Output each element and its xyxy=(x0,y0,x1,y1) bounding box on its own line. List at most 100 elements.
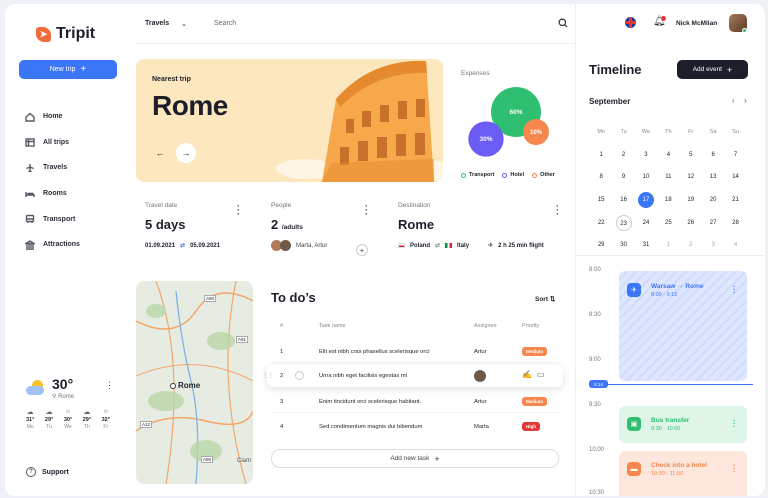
new-trip-button[interactable]: New trip + xyxy=(19,60,117,79)
assign-icon[interactable]: ✍ xyxy=(522,370,532,379)
calendar-day[interactable]: 16 xyxy=(612,192,634,208)
event-time: 10:30 - 11:00 xyxy=(651,471,684,477)
sort-label: Sort xyxy=(535,296,548,303)
sidebar-item-travels[interactable]: Travels xyxy=(25,155,125,181)
event-flight[interactable]: ✈ Warsaw → Rome 8:00 - 9:15 · · · xyxy=(619,271,747,381)
forecast-temp: 29° xyxy=(82,417,92,423)
people-more-icon[interactable]: · · · xyxy=(365,202,368,219)
logo[interactable]: ➤ Tripit xyxy=(36,25,95,43)
calendar-day[interactable]: 31 xyxy=(635,237,657,253)
add-task-button[interactable]: Add new task + xyxy=(271,449,559,468)
plus-icon: + xyxy=(359,245,365,255)
sidebar-item-transport[interactable]: Transport xyxy=(25,206,125,232)
calendar-day[interactable]: 14 xyxy=(724,169,746,185)
user-name[interactable]: Nick McMilan xyxy=(676,20,717,27)
row-number: 2 xyxy=(280,373,284,379)
calendar-day[interactable]: 9 xyxy=(612,169,634,185)
road-label: A91 xyxy=(236,336,249,343)
cloud-icon: ☁ xyxy=(83,409,91,416)
prev-month-icon[interactable]: ‹ xyxy=(732,96,735,105)
category-dropdown[interactable]: Travels ⌄ xyxy=(145,20,187,28)
map[interactable]: A90 A91 A90 A12 Rome Ciam xyxy=(136,281,253,484)
sidebar-item-home[interactable]: Home xyxy=(25,104,125,130)
calendar-day[interactable]: 12 xyxy=(680,169,702,185)
drag-handle-icon[interactable]: ⋮⋮ xyxy=(262,373,274,379)
sidebar-item-attractions[interactable]: Attractions xyxy=(25,232,125,258)
calendar-day[interactable]: 11 xyxy=(657,169,679,185)
legend-item: Transport xyxy=(461,172,494,178)
support-label: Support xyxy=(42,468,69,476)
calendar-day[interactable]: 23 xyxy=(615,214,632,231)
search-input[interactable]: Search xyxy=(214,20,236,27)
calendar-day[interactable]: 20 xyxy=(702,192,724,208)
calendar-day[interactable]: 30 xyxy=(612,237,634,253)
calendar-day[interactable]: 4 xyxy=(724,237,746,253)
calendar-day[interactable]: 19 xyxy=(680,192,702,208)
event-more-icon[interactable]: · · · xyxy=(733,283,736,297)
sidebar-item-all-trips[interactable]: All trips xyxy=(25,130,125,156)
search-icon[interactable] xyxy=(558,18,568,28)
next-month-icon[interactable]: › xyxy=(744,96,747,105)
event-more-icon[interactable]: · · · xyxy=(733,417,736,431)
current-time-line xyxy=(608,384,753,385)
calendar-day[interactable]: 18 xyxy=(657,192,679,208)
travel-date-more-icon[interactable]: · · · xyxy=(237,202,240,219)
calendar-day[interactable]: 3 xyxy=(702,237,724,253)
add-person-button[interactable]: + xyxy=(356,244,368,256)
sort-button[interactable]: Sort ⇅ xyxy=(535,295,555,303)
weather-city: Rome xyxy=(58,394,75,400)
calendar-day[interactable]: 13 xyxy=(702,169,724,185)
calendar-day[interactable]: 3 xyxy=(635,147,657,163)
next-trip-button[interactable]: → xyxy=(176,143,196,163)
calendar-day[interactable]: 2 xyxy=(680,237,702,253)
destination-more-icon[interactable]: · · · xyxy=(556,202,559,219)
calendar-day[interactable]: 1 xyxy=(657,237,679,253)
table-row[interactable]: ⋮⋮ 2 Urna nibh eget facilisis egestas mi… xyxy=(262,365,563,387)
table-row[interactable]: 1 Elit est nibh cras phasellus scelerisq… xyxy=(271,341,561,363)
calendar-day[interactable]: 21 xyxy=(724,192,746,208)
event-bus-transfer[interactable]: ▣ Bus transfer 9:30 - 10:00 · · · xyxy=(619,406,747,443)
weather-widget: 30° ⚲ Rome ⋮ ☁ 31° Mo ☁ 29° Tu ☼ 30° We ☁ 29° Th… xyxy=(26,376,116,430)
weather-more-icon[interactable]: ⋮ xyxy=(105,380,114,391)
event-more-icon[interactable]: · · · xyxy=(733,462,736,476)
add-event-button[interactable]: Add event + xyxy=(677,60,748,79)
table-row[interactable]: 4 Sed condimentum magnis dui bibendum Ma… xyxy=(271,416,561,438)
calendar-day[interactable]: 5 xyxy=(680,147,702,163)
category-dropdown-value: Travels xyxy=(145,20,170,27)
calendar-day[interactable]: 7 xyxy=(724,147,746,163)
calendar-day[interactable]: 26 xyxy=(680,215,702,231)
calendar-day[interactable]: 29 xyxy=(590,237,612,253)
sidebar-item-label: Rooms xyxy=(43,190,67,198)
swap-arrows-icon: ⇄ xyxy=(435,243,441,249)
col-header-assignee: Assignee xyxy=(474,323,497,329)
weekday-label: Tu xyxy=(620,129,627,136)
calendar-day[interactable]: 10 xyxy=(635,169,657,185)
calendar-day[interactable]: 2 xyxy=(612,147,634,163)
road-label: A90 xyxy=(201,456,214,463)
sun-cloud-icon xyxy=(26,380,46,396)
destination-route: Poland ⇄ Italy ✈ 2 h 25 min flight xyxy=(398,242,568,249)
calendar-day[interactable]: 8 xyxy=(590,169,612,185)
support-link[interactable]: ? Support xyxy=(26,467,69,477)
table-row[interactable]: 3 Enim tincidunt orci scelerisque habita… xyxy=(271,391,561,413)
weekday-label: Sa xyxy=(709,129,717,136)
event-hotel-checkin[interactable]: ▬ Check into a hotel 10:30 - 11:00 · · · xyxy=(619,451,747,496)
date-from: 01.09.2021 xyxy=(145,242,176,249)
task-checkbox[interactable] xyxy=(295,371,304,380)
calendar-day[interactable]: 4 xyxy=(657,147,679,163)
calendar-day[interactable]: 22 xyxy=(590,215,612,231)
calendar-day[interactable]: 25 xyxy=(657,215,679,231)
forecast-day: ☼ 30° We xyxy=(64,408,72,430)
nearest-trip-card[interactable]: Nearest trip Rome ← → xyxy=(136,59,443,182)
calendar-day[interactable]: 28 xyxy=(724,215,746,231)
calendar-day[interactable]: 27 xyxy=(702,215,724,231)
calendar-day[interactable]: 6 xyxy=(702,147,724,163)
calendar-day[interactable]: 15 xyxy=(590,192,612,208)
calendar-day[interactable]: 17 xyxy=(637,192,654,209)
comment-icon[interactable]: ▭ xyxy=(537,370,545,379)
calendar-day[interactable]: 1 xyxy=(590,147,612,163)
prev-trip-button[interactable]: ← xyxy=(150,143,170,163)
sidebar-item-rooms[interactable]: Rooms xyxy=(25,181,125,207)
calendar-day[interactable]: 24 xyxy=(635,215,657,231)
uk-flag-icon[interactable] xyxy=(625,17,636,28)
